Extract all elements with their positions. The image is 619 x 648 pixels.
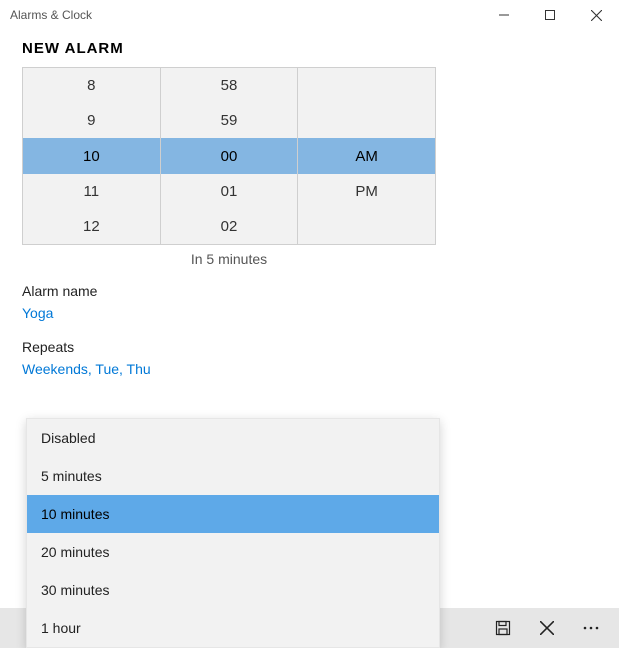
cancel-button[interactable] [525,608,569,648]
repeats-value[interactable]: Weekends, Tue, Thu [22,361,597,377]
app-title: Alarms & Clock [10,8,481,22]
ampm-column[interactable]: AM PM [298,68,435,244]
hour-option[interactable]: 8 [23,68,160,103]
snooze-option-1hour[interactable]: 1 hour [27,609,439,647]
hour-option[interactable]: 11 [23,174,160,210]
snooze-option-disabled[interactable]: Disabled [27,419,439,457]
minute-option-selected[interactable]: 00 [161,138,298,174]
maximize-button[interactable] [527,0,573,30]
close-icon [540,621,554,635]
minute-option[interactable]: 59 [161,103,298,139]
more-button[interactable] [569,608,613,648]
time-picker[interactable]: 8 9 10 11 12 58 59 00 01 02 AM PM [22,67,436,245]
save-icon [495,620,511,636]
more-icon [583,626,599,630]
content-area: NEW ALARM 8 9 10 11 12 58 59 00 01 02 AM… [0,30,619,377]
ampm-option-selected[interactable]: AM [298,138,435,174]
save-button[interactable] [481,608,525,648]
minute-option[interactable]: 02 [161,209,298,244]
hour-option[interactable]: 9 [23,103,160,139]
minute-option[interactable]: 01 [161,174,298,210]
alarm-name-label: Alarm name [22,283,597,299]
ampm-spacer [298,209,435,244]
snooze-option-30min[interactable]: 30 minutes [27,571,439,609]
alarm-name-value[interactable]: Yoga [22,305,597,321]
ampm-option[interactable]: PM [298,174,435,210]
ampm-spacer [298,68,435,103]
hour-option[interactable]: 12 [23,209,160,244]
time-helper-text: In 5 minutes [22,251,436,267]
repeats-label: Repeats [22,339,597,355]
window-controls [481,0,619,30]
snooze-dropdown[interactable]: Disabled 5 minutes 10 minutes 20 minutes… [26,418,440,648]
snooze-option-10min[interactable]: 10 minutes [27,495,439,533]
hour-column[interactable]: 8 9 10 11 12 [23,68,161,244]
snooze-option-5min[interactable]: 5 minutes [27,457,439,495]
minimize-button[interactable] [481,0,527,30]
page-title: NEW ALARM [22,40,597,57]
minute-column[interactable]: 58 59 00 01 02 [161,68,299,244]
minute-option[interactable]: 58 [161,68,298,103]
snooze-option-20min[interactable]: 20 minutes [27,533,439,571]
hour-option-selected[interactable]: 10 [23,138,160,174]
close-window-button[interactable] [573,0,619,30]
window-titlebar: Alarms & Clock [0,0,619,30]
ampm-spacer [298,103,435,139]
